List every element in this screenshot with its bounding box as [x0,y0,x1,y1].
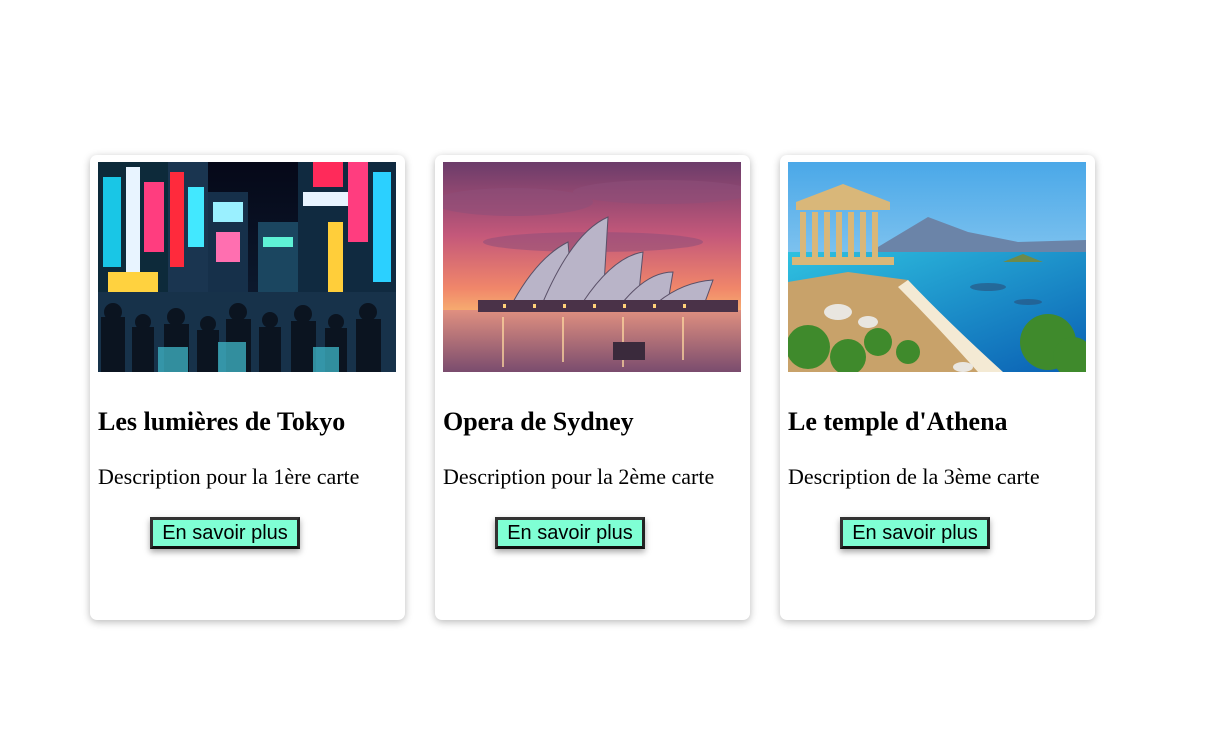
card-description: Description pour la 1ère carte [98,464,360,489]
card-title: Les lumières de Tokyo [98,407,346,436]
card-athena: Le temple d'Athena Description de la 3èm… [780,155,1095,620]
card-tokyo: Les lumières de Tokyo Description pour l… [90,155,405,620]
card-sydney: Opera de Sydney Description pour la 2ème… [435,155,750,620]
learn-more-button[interactable]: En savoir plus [840,517,990,549]
card-title: Opera de Sydney [443,407,634,436]
sydney-opera-image [443,162,741,372]
card-title: Le temple d'Athena [788,407,1008,436]
greek-temple-image [788,162,1086,372]
learn-more-button[interactable]: En savoir plus [495,517,645,549]
card-description: Description pour la 2ème carte [443,464,715,489]
learn-more-button[interactable]: En savoir plus [150,517,300,549]
card-list: Les lumières de Tokyo Description pour l… [90,155,1095,620]
card-description: Description de la 3ème carte [788,464,1040,489]
tokyo-image [98,162,396,372]
